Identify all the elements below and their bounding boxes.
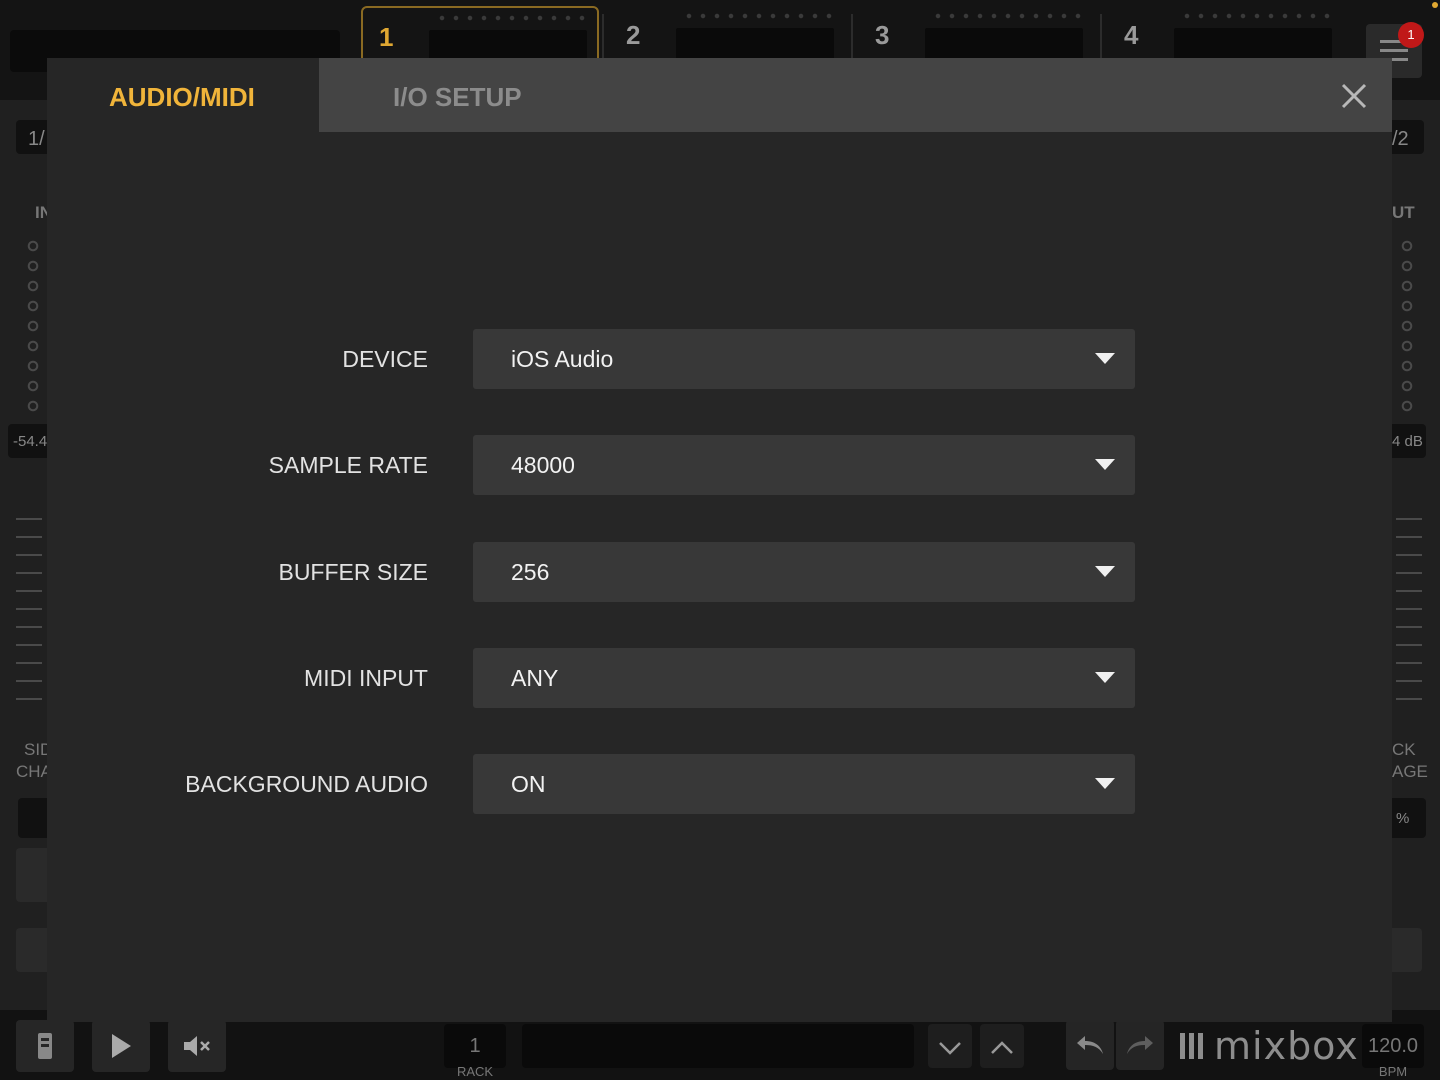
logo-text: mixbox bbox=[1214, 1024, 1359, 1068]
undo-icon[interactable] bbox=[1066, 1020, 1114, 1070]
rack-slot-1[interactable]: 1 bbox=[361, 6, 599, 66]
chevron-up-icon[interactable] bbox=[980, 1024, 1024, 1068]
buffer-size-value: 256 bbox=[511, 559, 550, 585]
chevron-down-icon bbox=[1095, 459, 1115, 470]
chevron-down-icon bbox=[1095, 778, 1115, 789]
setting-row-sample-rate: SAMPLE RATE 48000 bbox=[47, 435, 1392, 495]
slot-number: 1 bbox=[379, 22, 394, 52]
buffer-size-select[interactable]: 256 bbox=[473, 542, 1135, 602]
slot-number: 3 bbox=[875, 20, 890, 50]
setting-row-midi-input: MIDI INPUT ANY bbox=[47, 648, 1392, 708]
right-level-readout: 4 dB bbox=[1392, 433, 1423, 450]
slot-led-dots bbox=[1180, 12, 1330, 20]
rack-slot-2[interactable]: 2 bbox=[610, 6, 848, 66]
close-icon[interactable] bbox=[1332, 74, 1376, 118]
tab-io-setup[interactable]: I/O SETUP bbox=[319, 58, 619, 132]
modal-tab-bar: AUDIO/MIDI I/O SETUP bbox=[47, 58, 1392, 132]
background-audio-select[interactable]: ON bbox=[473, 754, 1135, 814]
tab-audio-midi[interactable]: AUDIO/MIDI bbox=[47, 58, 319, 132]
midi-input-label: MIDI INPUT bbox=[304, 665, 428, 691]
setting-row-buffer-size: BUFFER SIZE 256 bbox=[47, 542, 1392, 602]
slot-led-dots bbox=[931, 12, 1081, 20]
device-label: DEVICE bbox=[342, 346, 428, 372]
right-led-column bbox=[1400, 236, 1414, 416]
device-value: iOS Audio bbox=[511, 346, 614, 372]
left-page-indicator: 1/ bbox=[28, 128, 45, 150]
mute-icon[interactable] bbox=[168, 1020, 226, 1072]
rack-number: 1 bbox=[444, 1024, 506, 1068]
settings-modal: AUDIO/MIDI I/O SETUP DEVICE iOS Audio SA… bbox=[47, 58, 1392, 1022]
left-level-readout: -54.4 bbox=[13, 433, 48, 450]
sample-rate-select[interactable]: 48000 bbox=[473, 435, 1135, 495]
rack-slot-3[interactable]: 3 bbox=[859, 6, 1097, 66]
logo-bars-icon bbox=[1180, 1033, 1206, 1059]
right-label-2: AGE bbox=[1392, 762, 1428, 781]
mobile-icon[interactable] bbox=[16, 1020, 74, 1072]
background-audio-label: BACKGROUND AUDIO bbox=[185, 771, 428, 797]
redo-icon[interactable] bbox=[1116, 1020, 1164, 1070]
bpm-label: BPM bbox=[1378, 1064, 1408, 1079]
midi-input-select[interactable]: ANY bbox=[473, 648, 1135, 708]
app-root: 1 2 3 4 1 1/ IN -54.4 SID CHA /2 UT 4 dB… bbox=[0, 0, 1440, 1080]
chevron-down-icon[interactable] bbox=[928, 1024, 972, 1068]
play-icon[interactable] bbox=[92, 1020, 150, 1072]
mixbox-logo: mixbox bbox=[1180, 1024, 1359, 1068]
slot-led-dots bbox=[435, 14, 585, 22]
setting-row-device: DEVICE iOS Audio bbox=[47, 329, 1392, 389]
left-led-column bbox=[26, 236, 40, 416]
slot-divider bbox=[851, 14, 853, 64]
background-audio-value: ON bbox=[511, 771, 546, 797]
right-percent: % bbox=[1396, 810, 1410, 827]
setting-row-background-audio: BACKGROUND AUDIO ON bbox=[47, 754, 1392, 814]
rack-name-display bbox=[522, 1024, 914, 1068]
bpm-value[interactable]: 120.0 bbox=[1362, 1024, 1424, 1068]
chevron-down-icon bbox=[1095, 353, 1115, 364]
slot-led-dots bbox=[682, 12, 832, 20]
notification-badge: 1 bbox=[1398, 22, 1424, 48]
right-channel-strip: /2 UT 4 dB CK AGE % bbox=[1384, 100, 1440, 1010]
buffer-size-label: BUFFER SIZE bbox=[278, 559, 428, 585]
slot-divider bbox=[1100, 14, 1102, 64]
right-label-1: CK bbox=[1392, 740, 1416, 759]
slot-divider bbox=[602, 14, 604, 64]
sample-rate-label: SAMPLE RATE bbox=[268, 452, 428, 478]
slot-number: 2 bbox=[626, 20, 641, 50]
sample-rate-value: 48000 bbox=[511, 452, 575, 478]
midi-input-value: ANY bbox=[511, 665, 559, 691]
chevron-down-icon bbox=[1095, 566, 1115, 577]
status-dot bbox=[1432, 2, 1438, 8]
rack-slot-4[interactable]: 4 bbox=[1108, 6, 1346, 66]
slot-number: 4 bbox=[1124, 20, 1139, 50]
chevron-down-icon bbox=[1095, 672, 1115, 683]
device-select[interactable]: iOS Audio bbox=[473, 329, 1135, 389]
right-header: UT bbox=[1392, 203, 1415, 222]
rack-label: RACK bbox=[456, 1064, 494, 1079]
left-fader-scale[interactable] bbox=[16, 518, 42, 708]
right-fader-scale[interactable] bbox=[1396, 518, 1422, 708]
right-page-indicator: /2 bbox=[1392, 128, 1409, 150]
left-channel-strip: 1/ IN -54.4 SID CHA bbox=[0, 100, 58, 1010]
